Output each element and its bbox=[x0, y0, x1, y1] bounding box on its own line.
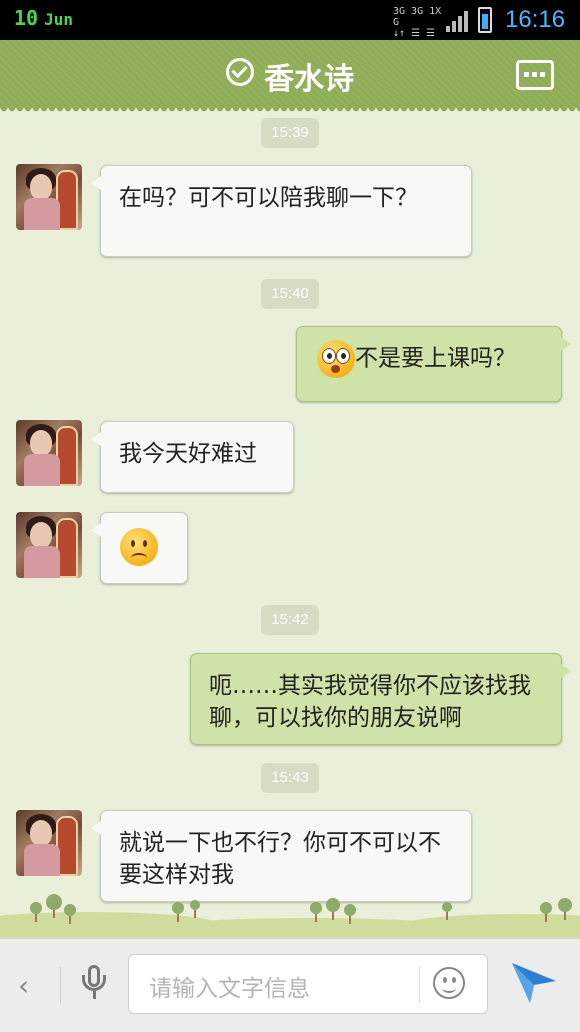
timestamp: 15:43 bbox=[261, 763, 319, 793]
timestamp: 15:42 bbox=[261, 605, 319, 635]
contact-avatar[interactable] bbox=[16, 164, 82, 230]
contact-avatar[interactable] bbox=[16, 512, 82, 578]
status-time: 16:16 bbox=[505, 6, 566, 33]
network-types: 3G 3G 1X G bbox=[393, 6, 442, 28]
chat-header: 香水诗 bbox=[0, 40, 580, 114]
battery-icon bbox=[478, 7, 492, 33]
sad-emoji-icon bbox=[120, 528, 158, 566]
divider bbox=[419, 967, 420, 1003]
status-day: 10 bbox=[14, 6, 39, 30]
contact-name: 香水诗 bbox=[264, 62, 354, 97]
timestamp: 15:40 bbox=[261, 279, 319, 309]
input-bar: ‹ 请输入文字信息 bbox=[0, 938, 580, 1032]
chat-options-button[interactable] bbox=[516, 60, 554, 90]
message-input-placeholder: 请输入文字信息 bbox=[149, 976, 310, 1002]
verified-check-icon bbox=[226, 58, 254, 86]
message-input[interactable]: 请输入文字信息 bbox=[128, 954, 488, 1014]
contact-avatar[interactable] bbox=[16, 810, 82, 876]
message-text: 呃……其实我觉得你不应该找我聊，可以找你的朋友说啊 bbox=[209, 673, 531, 731]
message-list[interactable]: 15:39 在吗？可不可以陪我聊一下？ 15:40 不是要上课吗？ 我今天好难过… bbox=[0, 108, 580, 938]
timestamp: 15:39 bbox=[261, 118, 319, 148]
signal-icon bbox=[446, 10, 470, 32]
status-date: 10 Jun bbox=[14, 6, 73, 30]
incoming-message[interactable]: 我今天好难过 bbox=[91, 421, 294, 493]
status-bar: 10 Jun 3G 3G 1X G ↓↑ ☰ ☰ 16:16 bbox=[0, 0, 580, 40]
outgoing-message[interactable]: 不是要上课吗？ bbox=[296, 326, 571, 402]
message-text: 在吗？可不可以陪我聊一下？ bbox=[119, 185, 418, 211]
send-button[interactable] bbox=[510, 961, 558, 1005]
landscape-decoration bbox=[0, 888, 580, 938]
shocked-emoji-icon bbox=[317, 340, 355, 378]
outgoing-message[interactable]: 呃……其实我觉得你不应该找我聊，可以找你的朋友说啊 bbox=[190, 653, 571, 745]
message-text: 就说一下也不行？你可不可以不要这样对我 bbox=[119, 830, 441, 888]
incoming-message[interactable]: 在吗？可不可以陪我聊一下？ bbox=[91, 165, 472, 257]
message-text: 不是要上课吗？ bbox=[355, 345, 516, 372]
microphone-icon[interactable] bbox=[80, 965, 108, 1005]
network-indicator: 3G 3G 1X G ↓↑ ☰ ☰ bbox=[393, 6, 443, 39]
incoming-message[interactable] bbox=[91, 512, 188, 584]
divider bbox=[60, 967, 61, 1003]
status-month: Jun bbox=[44, 10, 73, 29]
contact-avatar[interactable] bbox=[16, 420, 82, 486]
contact-title: 香水诗 bbox=[0, 54, 580, 98]
message-text: 我今天好难过 bbox=[119, 441, 257, 467]
back-button[interactable]: ‹ bbox=[18, 969, 29, 1002]
network-activity: ↓↑ ☰ ☰ bbox=[393, 28, 436, 39]
emoji-picker-icon[interactable] bbox=[433, 967, 465, 999]
